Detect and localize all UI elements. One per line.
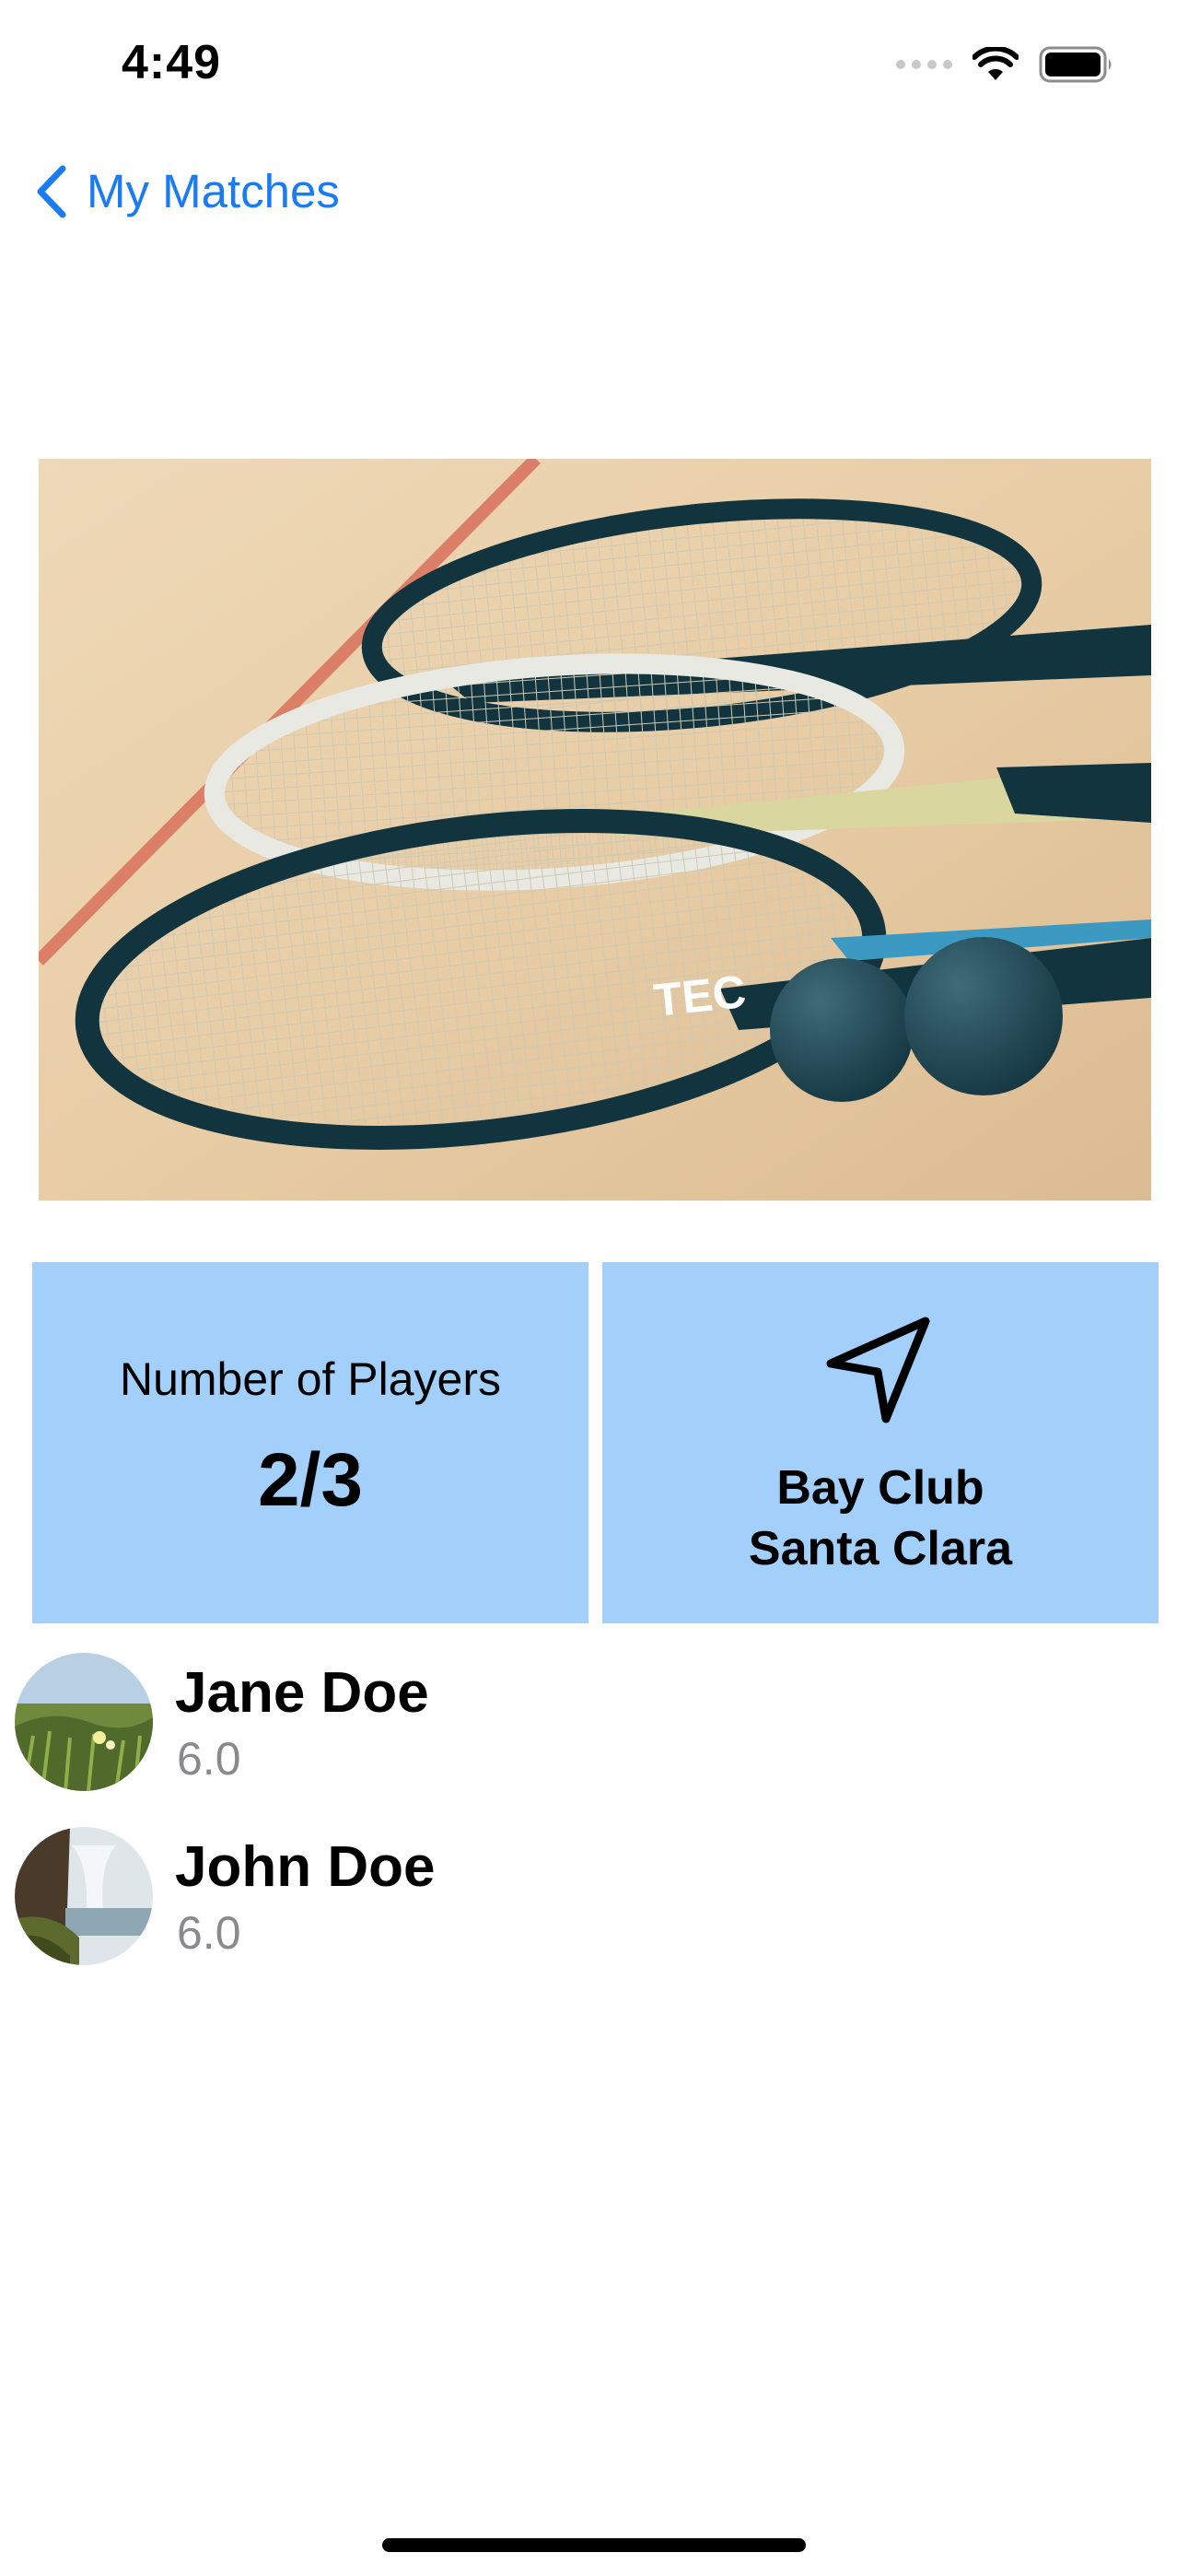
avatar — [15, 1827, 153, 1965]
players-label: Number of Players — [119, 1353, 502, 1405]
svg-text:TEC: TEC — [651, 966, 748, 1026]
location-arrow-icon — [826, 1317, 930, 1423]
location-card[interactable]: Bay Club Santa Clara — [602, 1262, 1159, 1623]
list-item[interactable]: Jane Doe 6.0 — [15, 1653, 1166, 1791]
battery-icon — [1039, 46, 1112, 83]
player-name: John Doe — [175, 1835, 436, 1899]
location-line-1: Bay Club — [776, 1461, 984, 1515]
chevron-left-icon — [37, 165, 66, 217]
status-time: 4:49 — [122, 36, 222, 89]
players-count: 2/3 — [258, 1438, 363, 1522]
player-rating: 6.0 — [177, 1907, 241, 1959]
list-item[interactable]: John Doe 6.0 — [15, 1827, 1166, 1965]
wifi-icon — [973, 47, 1019, 80]
location-name: Bay Club Santa Clara — [602, 1458, 1159, 1579]
player-name: Jane Doe — [175, 1661, 429, 1725]
player-rating: 6.0 — [177, 1733, 241, 1785]
location-line-2: Santa Clara — [748, 1522, 1013, 1575]
back-button[interactable]: My Matches — [35, 164, 340, 218]
back-button-label: My Matches — [87, 165, 340, 217]
avatar — [15, 1653, 153, 1791]
status-icons — [896, 46, 1114, 83]
home-indicator[interactable] — [382, 2538, 806, 2552]
players-card: Number of Players 2/3 — [32, 1262, 588, 1623]
cellular-signal-icon — [896, 60, 952, 69]
hero-image: TEC — [39, 459, 1151, 1200]
